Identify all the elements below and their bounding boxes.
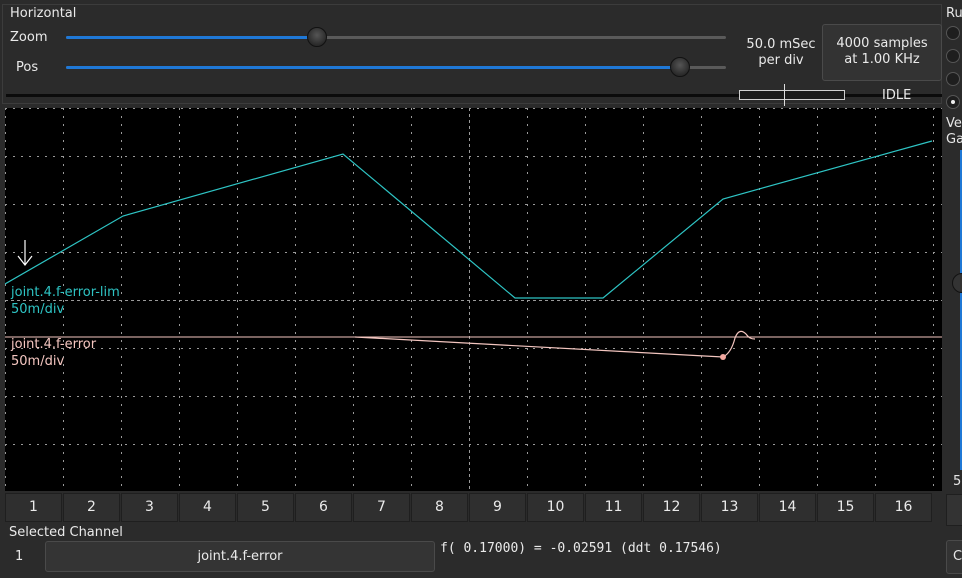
selected-channel-name-button[interactable]: joint.4.f-error <box>45 541 435 572</box>
channel-button-13[interactable]: 13 <box>701 493 758 522</box>
selected-channel-number: 1 <box>15 549 24 564</box>
time-per-div: 50.0 mSec per div <box>736 37 826 69</box>
zoom-label: Zoom <box>10 30 48 45</box>
right-button-partial[interactable] <box>946 494 962 526</box>
gain-slider-handle[interactable] <box>952 273 962 293</box>
cursor-readout: f( 0.17000) = -0.02591 (ddt 0.17546) <box>440 541 722 556</box>
channel-button-1[interactable]: 1 <box>5 493 62 522</box>
pos-slider[interactable] <box>66 57 726 77</box>
clear-button-partial[interactable]: C <box>946 540 962 574</box>
pos-label: Pos <box>16 60 39 75</box>
status-label: IDLE <box>882 88 912 103</box>
channel-button-10[interactable]: 10 <box>527 493 584 522</box>
scope-grid <box>5 108 942 491</box>
ch2-name-label: joint.4.f-error <box>10 337 97 352</box>
capture-window-indicator[interactable] <box>739 90 845 100</box>
channel-button-12[interactable]: 12 <box>643 493 700 522</box>
sample-rate: at 1.00 KHz <box>844 52 920 67</box>
zoom-slider-handle[interactable] <box>307 27 327 47</box>
time-per-div-unit: per div <box>758 53 804 68</box>
channel-button-15[interactable]: 15 <box>817 493 874 522</box>
capture-position-marker <box>784 84 785 106</box>
vertical-label: Ve <box>946 116 962 131</box>
run-mode-radio-2[interactable] <box>946 49 960 63</box>
zoom-slider[interactable] <box>66 27 726 47</box>
pos-slider-fill <box>66 66 680 69</box>
run-mode-radio-3[interactable] <box>946 72 960 86</box>
channel-button-16[interactable]: 16 <box>875 493 932 522</box>
ch2-cursor-point <box>720 354 726 360</box>
channel-button-3[interactable]: 3 <box>121 493 178 522</box>
selected-channel-title: Selected Channel <box>9 525 123 540</box>
radio-selected-dot <box>951 100 955 104</box>
channel-button-9[interactable]: 9 <box>469 493 526 522</box>
run-mode-radio-1[interactable] <box>946 26 960 40</box>
time-per-div-value: 50.0 mSec <box>746 37 816 52</box>
horizontal-title: Horizontal <box>10 6 77 21</box>
channel-button-11[interactable]: 11 <box>585 493 642 522</box>
scope-canvas: joint.4.f-error-lim 50m/div joint.4.f-er… <box>5 108 942 491</box>
gain-value: 5 <box>953 474 962 489</box>
channel-button-8[interactable]: 8 <box>411 493 468 522</box>
clear-button-label: C <box>953 549 962 564</box>
pos-slider-handle[interactable] <box>670 57 690 77</box>
channel-button-7[interactable]: 7 <box>353 493 410 522</box>
channel-button-5[interactable]: 5 <box>237 493 294 522</box>
scope-display[interactable]: joint.4.f-error-lim 50m/div joint.4.f-er… <box>5 108 942 491</box>
samples-button[interactable]: 4000 samples at 1.00 KHz <box>822 24 942 81</box>
run-mode-radio-4[interactable] <box>946 95 960 109</box>
right-side-panel: Ru Ve Ga 5 C <box>944 0 962 578</box>
ch1-name-label: joint.4.f-error-lim <box>10 285 120 300</box>
ch2-trace <box>354 330 756 358</box>
channel-button-6[interactable]: 6 <box>295 493 352 522</box>
channel-button-14[interactable]: 14 <box>759 493 816 522</box>
gain-label: Ga <box>946 132 962 147</box>
run-mode-label: Ru <box>946 6 962 21</box>
ch1-scale-label: 50m/div <box>11 302 64 317</box>
channel-button-2[interactable]: 2 <box>63 493 120 522</box>
samples-count: 4000 samples <box>836 36 928 51</box>
ch2-scale-label: 50m/div <box>11 354 64 369</box>
zoom-slider-fill <box>66 36 317 39</box>
channel-button-4[interactable]: 4 <box>179 493 236 522</box>
ch1-trace <box>5 140 933 299</box>
